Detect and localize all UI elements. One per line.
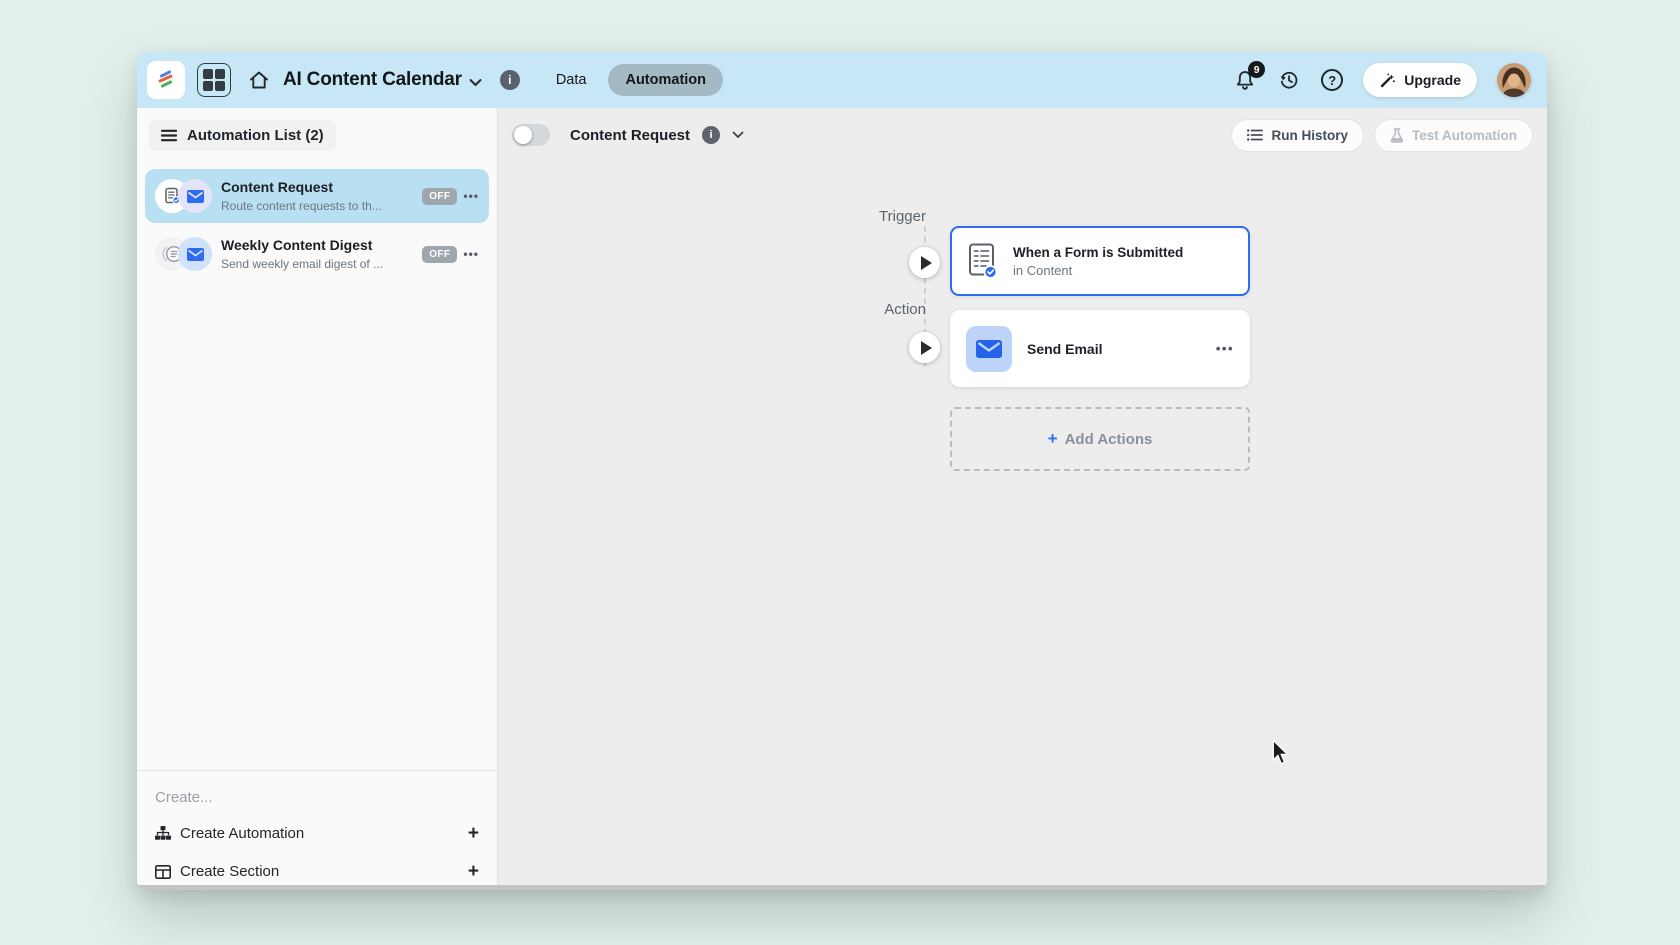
- email-action-icon: [178, 179, 212, 213]
- magic-wand-icon: [1379, 72, 1396, 89]
- create-label: Create...: [155, 789, 479, 806]
- app-body: Automation List (2): [137, 108, 1547, 890]
- upgrade-label: Upgrade: [1404, 72, 1461, 88]
- send-email-icon-tile: [966, 326, 1012, 372]
- run-history-button[interactable]: Run History: [1231, 119, 1364, 152]
- app-window: AI Content Calendar i Data Automation 9: [137, 52, 1547, 890]
- test-automation-label: Test Automation: [1412, 128, 1517, 143]
- automation-item-title: Content Request: [221, 179, 416, 195]
- automation-item-subtitle: Route content requests to th...: [221, 199, 416, 213]
- top-bar-actions: 9 ? Upgrade: [1233, 63, 1537, 97]
- home-icon: [247, 68, 271, 92]
- email-icon: [976, 339, 1002, 359]
- upgrade-button[interactable]: Upgrade: [1363, 63, 1477, 97]
- automation-item-subtitle: Send weekly email digest of ...: [221, 257, 416, 271]
- more-options-icon[interactable]: •••: [1216, 341, 1234, 356]
- grid-cell: [215, 69, 225, 79]
- automation-icons: [155, 178, 213, 214]
- automation-list-item-content-request[interactable]: Content Request Route content requests t…: [145, 169, 489, 223]
- tab-data[interactable]: Data: [546, 64, 597, 96]
- trigger-play-button[interactable]: [909, 247, 940, 278]
- automation-icons: [155, 236, 213, 272]
- action-label: Action: [846, 301, 926, 318]
- chevron-down-icon: [469, 78, 482, 87]
- trigger-card-subtitle: in Content: [1013, 263, 1183, 278]
- create-automation-label: Create Automation: [180, 825, 304, 842]
- play-icon: [921, 341, 932, 355]
- list-menu-icon: [161, 129, 177, 142]
- automation-list-title: Automation List (2): [187, 127, 324, 144]
- grid-cell: [215, 81, 225, 91]
- play-icon: [921, 256, 932, 270]
- grid-cell: [203, 69, 213, 79]
- chevron-down-icon[interactable]: [732, 131, 744, 139]
- notifications-button[interactable]: 9: [1233, 68, 1257, 92]
- history-icon: [1277, 68, 1301, 92]
- trigger-card-title: When a Form is Submitted: [1013, 245, 1183, 260]
- automation-tree-icon: [155, 826, 171, 841]
- automation-name: Content Request: [570, 127, 690, 144]
- automation-list-item-weekly-digest[interactable]: Weekly Content Digest Send weekly email …: [145, 227, 489, 281]
- more-options-icon[interactable]: •••: [463, 247, 479, 261]
- form-submitted-icon: [968, 243, 998, 280]
- plus-icon[interactable]: +: [468, 865, 479, 879]
- smartsuite-logo-icon: [154, 68, 178, 92]
- automation-list: Content Request Route content requests t…: [137, 163, 497, 285]
- app-logo[interactable]: [147, 61, 185, 99]
- trigger-card[interactable]: When a Form is Submitted in Content: [950, 226, 1250, 296]
- top-bar: AI Content Calendar i Data Automation 9: [137, 52, 1547, 108]
- title-dropdown[interactable]: [469, 78, 482, 87]
- automation-item-text: Weekly Content Digest Send weekly email …: [221, 237, 416, 271]
- plus-icon: +: [1048, 429, 1058, 449]
- status-badge: OFF: [422, 188, 457, 205]
- home-button[interactable]: [247, 68, 271, 92]
- info-icon[interactable]: i: [702, 126, 720, 144]
- create-automation-button[interactable]: Create Automation +: [155, 814, 479, 852]
- add-actions-label: Add Actions: [1065, 431, 1153, 448]
- avatar[interactable]: [1497, 63, 1531, 97]
- section-icon: [155, 865, 171, 879]
- automation-item-title: Weekly Content Digest: [221, 237, 416, 253]
- status-badge: OFF: [422, 246, 457, 263]
- info-icon[interactable]: i: [500, 70, 520, 90]
- plus-icon[interactable]: +: [468, 827, 479, 841]
- automation-toolbar: Content Request i Run History: [498, 108, 1547, 162]
- create-section-label: Create Section: [180, 863, 279, 880]
- automation-main: Content Request i Run History: [498, 108, 1547, 890]
- flask-icon: [1390, 128, 1404, 143]
- avatar-image: [1497, 63, 1531, 97]
- mouse-cursor: [1272, 740, 1292, 771]
- send-email-title: Send Email: [1027, 341, 1201, 357]
- automation-item-controls: OFF •••: [422, 188, 479, 205]
- window-bottom-edge: [137, 885, 1547, 890]
- run-history-icon: [1247, 129, 1263, 141]
- send-email-card[interactable]: Send Email •••: [950, 310, 1250, 387]
- automation-sidebar: Automation List (2): [137, 108, 498, 890]
- toolbar-actions: Run History Test Automation: [1231, 119, 1533, 152]
- tab-automation[interactable]: Automation: [608, 64, 723, 96]
- help-button[interactable]: ?: [1321, 69, 1343, 91]
- email-action-icon: [178, 237, 212, 271]
- history-button[interactable]: [1277, 68, 1301, 92]
- grid-cell: [203, 81, 213, 91]
- notification-count-badge: 9: [1248, 61, 1265, 78]
- automation-enabled-toggle[interactable]: [512, 124, 550, 146]
- page-title: AI Content Calendar: [283, 69, 462, 91]
- run-history-label: Run History: [1271, 128, 1348, 143]
- trigger-card-text: When a Form is Submitted in Content: [1013, 245, 1183, 278]
- automation-canvas: Trigger: [498, 162, 1547, 890]
- solutions-grid-button[interactable]: [197, 63, 231, 97]
- trigger-label: Trigger: [846, 208, 926, 225]
- more-options-icon[interactable]: •••: [463, 189, 479, 203]
- test-automation-button[interactable]: Test Automation: [1374, 119, 1533, 152]
- automation-list-header[interactable]: Automation List (2): [149, 120, 336, 151]
- action-play-button[interactable]: [909, 332, 940, 363]
- toggle-knob: [514, 126, 532, 144]
- add-actions-button[interactable]: + Add Actions: [950, 407, 1250, 471]
- sidebar-footer: Create... Create Automation +: [137, 770, 497, 890]
- automation-item-controls: OFF •••: [422, 246, 479, 263]
- automation-item-text: Content Request Route content requests t…: [221, 179, 416, 213]
